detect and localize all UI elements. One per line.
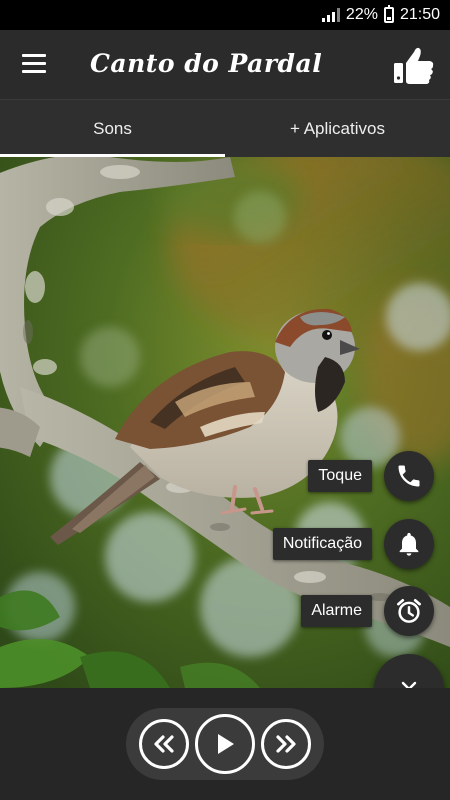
- bell-icon[interactable]: [384, 519, 434, 569]
- fab-label-notificacao[interactable]: Notificação: [272, 528, 372, 560]
- fab-item-toque[interactable]: Toque: [308, 451, 434, 501]
- play-icon[interactable]: [195, 714, 255, 774]
- fab-label-alarme[interactable]: Alarme: [301, 595, 372, 627]
- app-bar: Canto do Pardal: [0, 30, 450, 100]
- clock-time: 21:50: [399, 6, 440, 23]
- menu-icon[interactable]: [22, 54, 48, 76]
- fast-forward-icon[interactable]: [261, 719, 311, 769]
- rewind-icon[interactable]: [139, 719, 189, 769]
- status-bar: 22% 21:50: [0, 0, 450, 30]
- tab-bar: Sons + Aplicativos: [0, 100, 450, 157]
- battery-icon: [383, 5, 394, 23]
- fab-label-toque[interactable]: Toque: [308, 460, 372, 492]
- tab-sons[interactable]: Sons: [0, 100, 225, 157]
- player-bar: [0, 688, 450, 800]
- phone-icon[interactable]: [384, 451, 434, 501]
- app-title: Canto do Pardal: [90, 49, 323, 78]
- thumbs-up-icon[interactable]: [392, 43, 436, 87]
- fab-item-alarme[interactable]: Alarme: [301, 586, 434, 636]
- fab-item-notificacao[interactable]: Notificação: [272, 519, 434, 569]
- battery-percent: 22%: [345, 6, 378, 23]
- player-controls: [126, 708, 324, 780]
- tab-aplicativos[interactable]: + Aplicativos: [225, 100, 450, 157]
- signal-icon: [321, 8, 340, 22]
- alarm-clock-icon[interactable]: [384, 586, 434, 636]
- status-icons: 22% 21:50: [321, 0, 440, 30]
